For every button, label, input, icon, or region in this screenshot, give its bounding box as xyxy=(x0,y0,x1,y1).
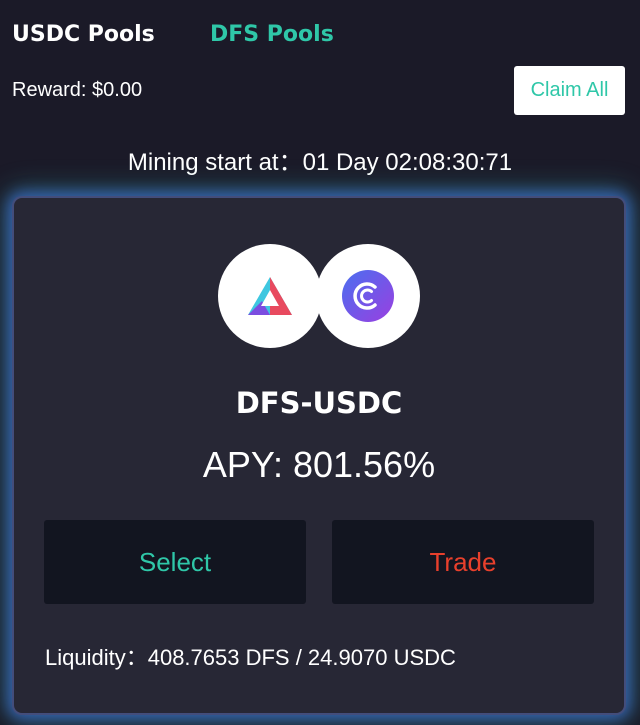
pool-card: DFS-USDC APY: 801.56% Select Trade Liqui… xyxy=(12,196,626,715)
mining-countdown: Mining start at：01 Day 02:08:30:71 xyxy=(127,149,513,176)
pool-pair-title: DFS-USDC xyxy=(235,386,403,420)
dfs-token-icon xyxy=(218,244,322,348)
select-button[interactable]: Select xyxy=(44,520,306,604)
trade-button[interactable]: Trade xyxy=(332,520,594,604)
tab-dfs-pools[interactable]: DFS Pools xyxy=(210,22,334,47)
pool-liquidity: Liquidity：408.7653 DFS / 24.9070 USDC xyxy=(45,645,456,670)
pool-apy: APY: 801.56% xyxy=(202,444,436,485)
tab-usdc-pools[interactable]: USDC Pools xyxy=(12,22,155,47)
usdc-token-icon xyxy=(316,244,420,348)
reward-label: Reward: $0.00 xyxy=(12,79,143,101)
claim-all-button[interactable]: Claim All xyxy=(514,66,625,115)
